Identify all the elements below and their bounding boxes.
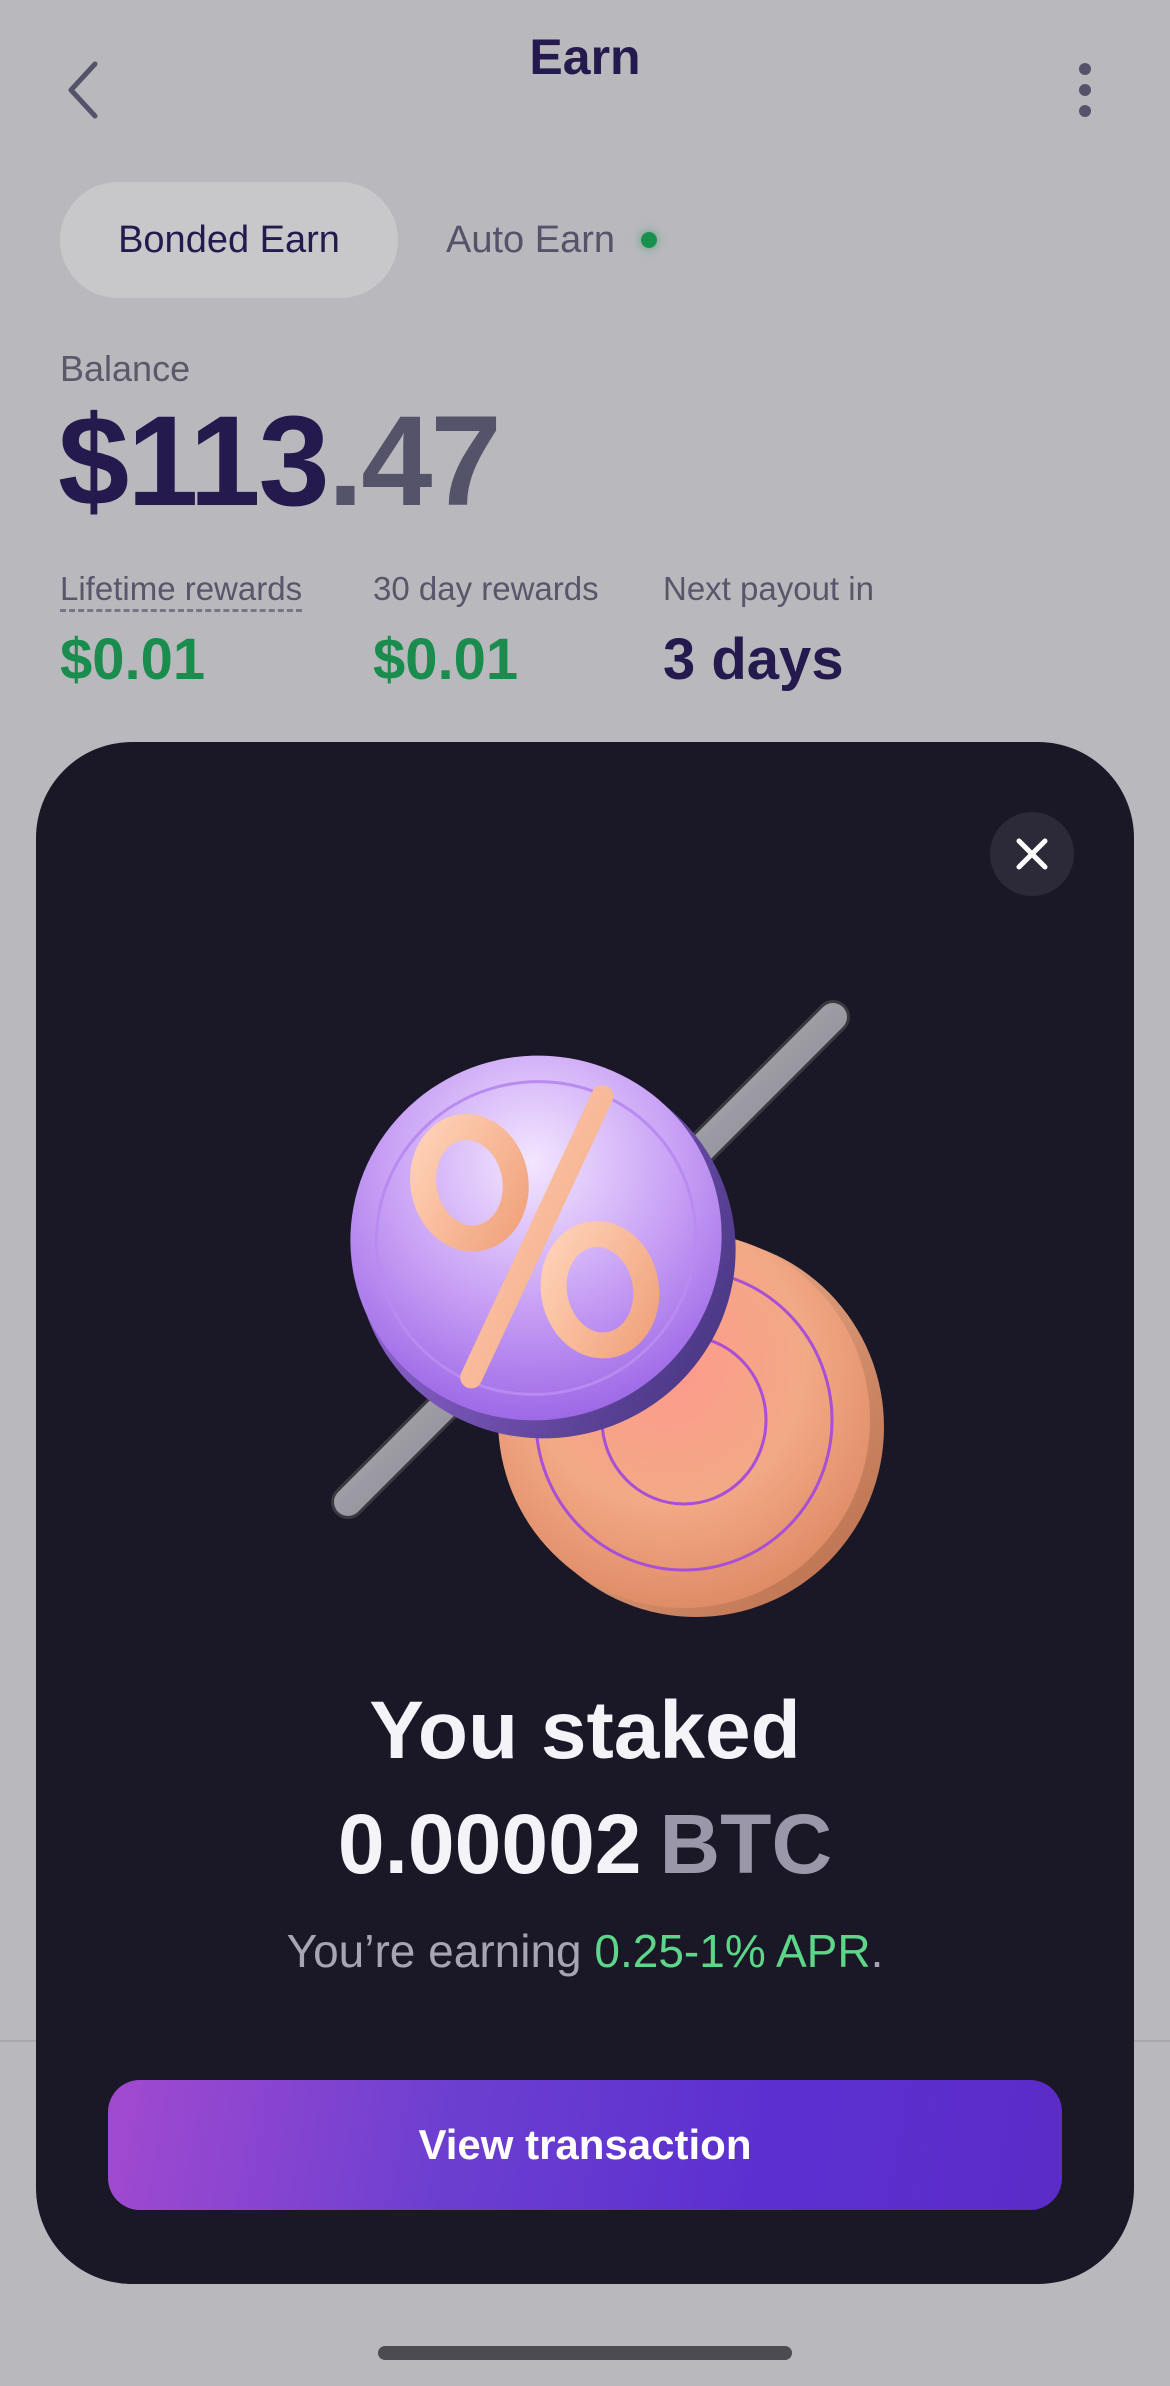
stat-value: $0.01 [60, 627, 206, 692]
earning-suffix: . [870, 1925, 884, 1977]
balance-cents: .47 [327, 390, 502, 533]
tab-label: Auto Earn [446, 218, 615, 261]
earn-tabs: Bonded Earn Auto Earn [60, 182, 657, 298]
more-vertical-icon [1079, 63, 1091, 117]
stat-label: 30 day rewards [373, 570, 599, 607]
balance-label: Balance [60, 348, 191, 389]
lifetime-rewards-stat[interactable]: Lifetime rewards $0.01 [60, 570, 303, 693]
earn-screen: Earn Bonded Earn Auto Earn Balance $113.… [0, 0, 1170, 2386]
stake-confirmation-sheet: You staked 0.00002 BTC You’re earning 0.2… [36, 742, 1134, 2284]
close-button[interactable] [990, 812, 1074, 896]
apr-value: 0.25-1% APR [594, 1925, 871, 1977]
close-icon [1016, 838, 1048, 870]
tab-label: Bonded Earn [118, 218, 340, 261]
stake-headline: You staked [369, 1685, 801, 1776]
earning-text: You’re earning 0.25-1% APR. [36, 1924, 1134, 1978]
button-label: View transaction [418, 2121, 752, 2168]
view-transaction-button[interactable]: View transaction [108, 2080, 1062, 2210]
tab-bonded-earn[interactable]: Bonded Earn [60, 182, 398, 298]
thirty-day-rewards-stat: 30 day rewards $0.01 [373, 570, 599, 693]
more-options-button[interactable] [1055, 50, 1115, 130]
status-dot [641, 232, 657, 248]
stake-amount-value: 0.00002 [337, 1797, 642, 1891]
earning-prefix: You’re earning [286, 1925, 595, 1977]
page-title: Earn [529, 29, 641, 85]
balance-amount: $113.47 [58, 390, 502, 533]
tab-auto-earn[interactable]: Auto Earn [446, 182, 657, 298]
stat-label: Lifetime rewards [60, 570, 303, 612]
top-bar: Earn [0, 0, 1170, 170]
stake-amount-unit: BTC [659, 1797, 833, 1891]
stat-label: Next payout in [663, 570, 874, 607]
stat-value: 3 days [663, 627, 844, 692]
balance-whole: $113 [58, 390, 330, 533]
percent-coin-illustration [331, 1000, 884, 1617]
next-payout-stat: Next payout in 3 days [663, 570, 874, 693]
stake-amount: 0.00002 BTC [36, 1796, 1134, 1893]
home-indicator[interactable] [378, 2346, 792, 2360]
stat-value: $0.01 [373, 627, 519, 692]
